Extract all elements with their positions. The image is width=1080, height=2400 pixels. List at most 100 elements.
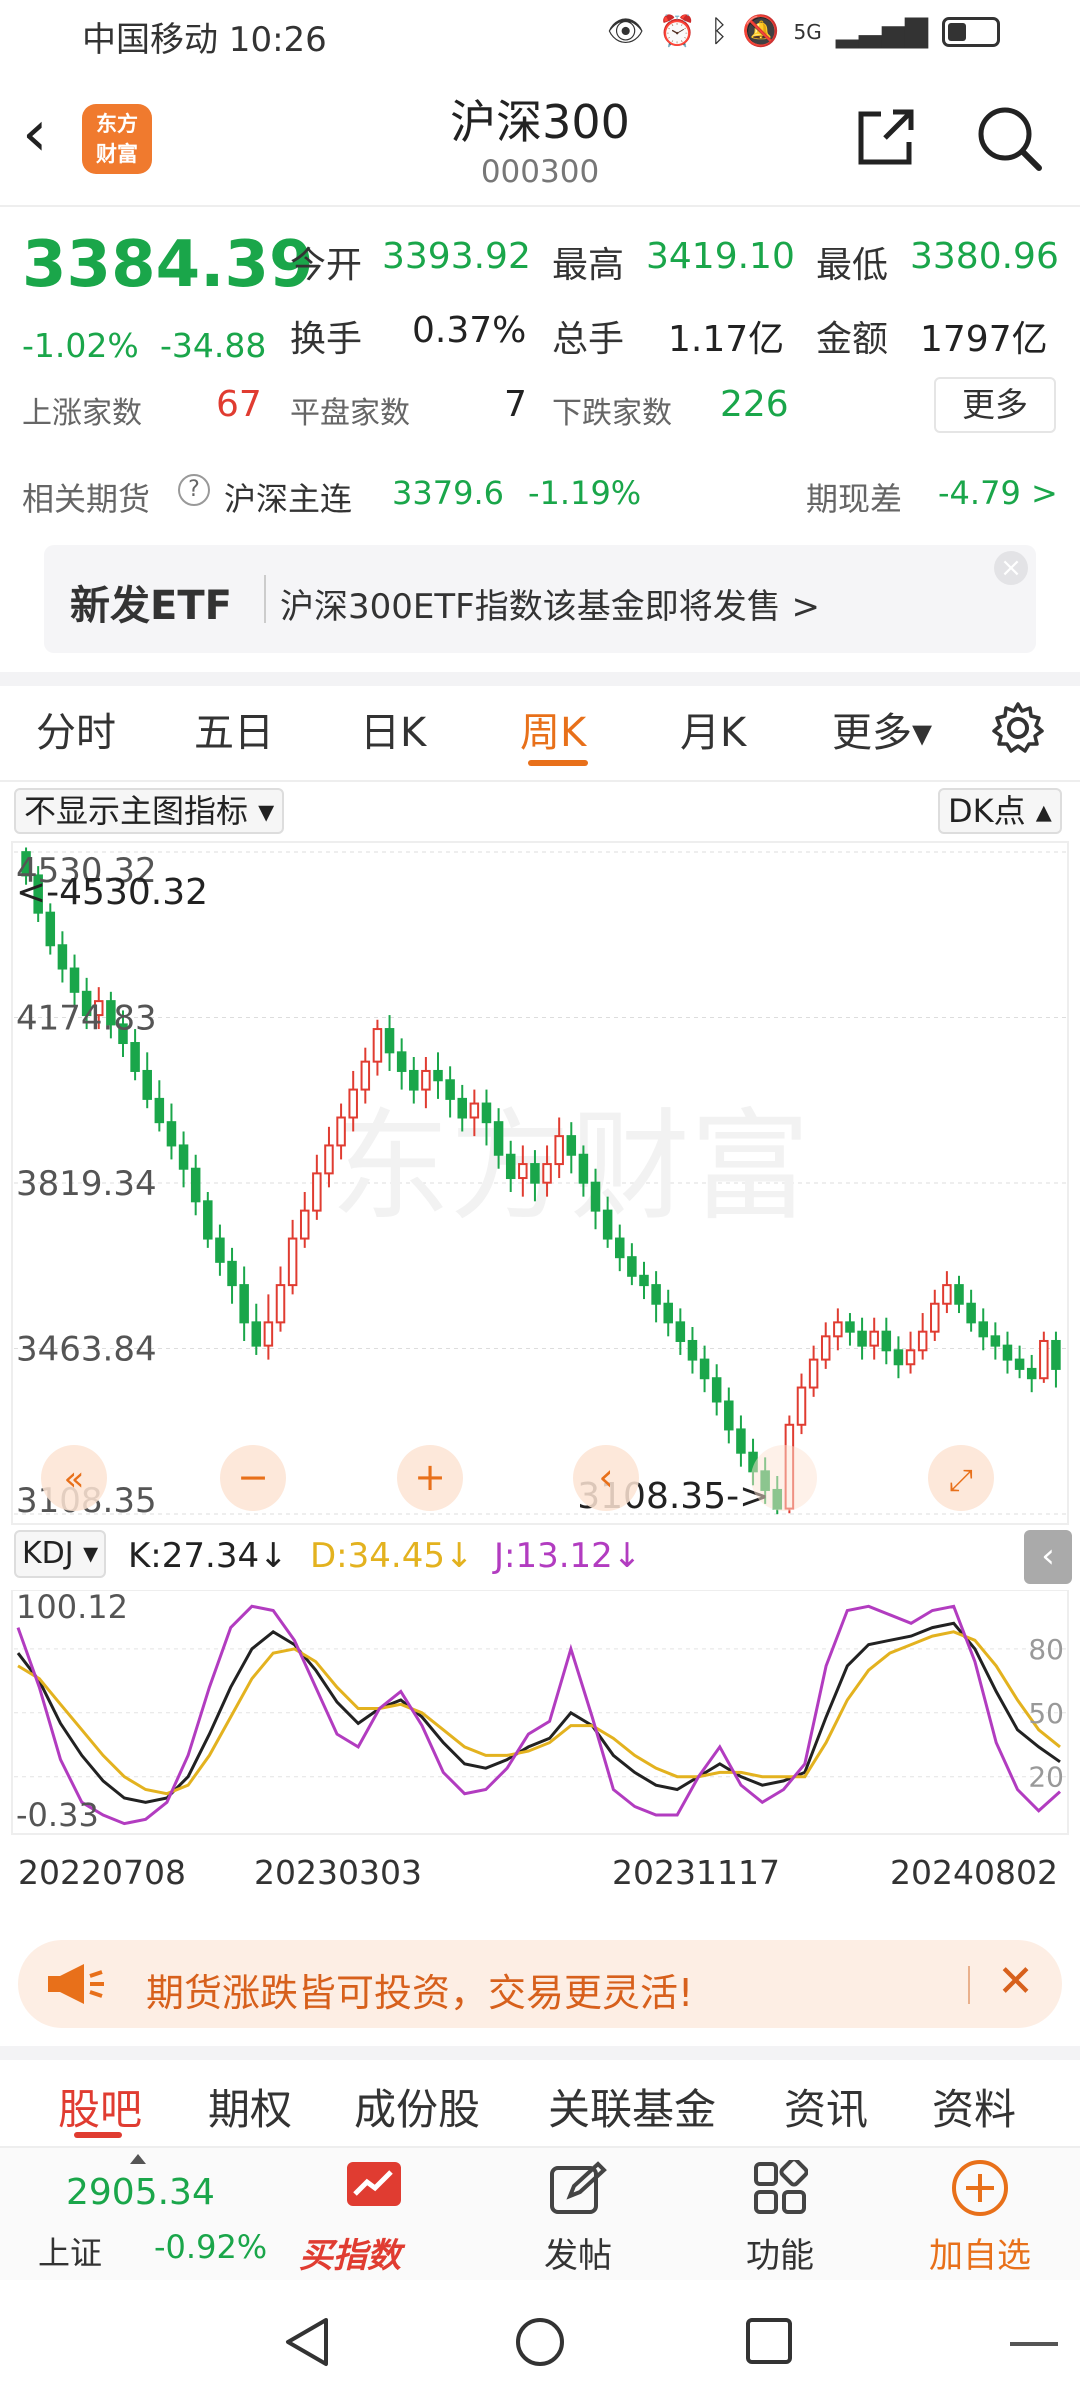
- nav-recents-icon[interactable]: [744, 2316, 794, 2366]
- post-button[interactable]: 发帖: [528, 2148, 628, 2282]
- y-tick-label-right: 50: [1028, 1697, 1064, 1730]
- kdj-select[interactable]: KDJ ▾: [14, 1530, 107, 1578]
- tab-forum[interactable]: 股吧: [58, 2076, 142, 2137]
- y-tick-label-left: 100.12: [16, 1590, 128, 1626]
- promo-text: 期货涨跌皆可投资，交易更灵活!: [146, 1971, 694, 2015]
- candle-body: [796, 1386, 807, 1426]
- low-label: 最低: [816, 245, 889, 286]
- section-gap: [0, 2046, 1080, 2060]
- high-label: 最高: [552, 245, 625, 286]
- y-tick-label: 3463.84: [16, 1330, 157, 1370]
- tab-constituents[interactable]: 成份股: [354, 2076, 480, 2137]
- signal-icon: 5G: [793, 19, 822, 44]
- share-icon[interactable]: [855, 106, 917, 168]
- banner-close-icon[interactable]: ×: [994, 551, 1028, 585]
- eye-icon: 👁: [606, 14, 645, 49]
- candlestick-chart[interactable]: 东方财富 4530.324174.833819.343463.843108.35…: [0, 838, 1080, 1528]
- candle-body: [542, 1163, 552, 1184]
- candle-body: [130, 1042, 140, 1072]
- promo-banner[interactable]: 期货涨跌皆可投资，交易更灵活! ✕: [18, 1940, 1062, 2028]
- tab-daily[interactable]: 日K: [360, 700, 426, 758]
- max-price-label: <-4530.32: [16, 872, 208, 913]
- indicator-select[interactable]: 不显示主图指标 ▾: [14, 788, 285, 834]
- tab-options[interactable]: 期权: [208, 2076, 292, 2137]
- system-nav-bar: [0, 2282, 1080, 2400]
- candle-body: [445, 1079, 455, 1100]
- candle-body: [360, 1060, 371, 1091]
- amount-label: 金额: [816, 319, 889, 360]
- date-tick: 20231117: [612, 1853, 780, 1892]
- y-tick-label: 3819.34: [16, 1164, 157, 1204]
- candle-body: [942, 1284, 952, 1305]
- kdj-k-value: K:27.34↓: [128, 1536, 288, 1576]
- dk-point-button[interactable]: DK点 ▴: [938, 788, 1062, 834]
- banner-tag: 新发ETF: [70, 583, 232, 629]
- page-title: 沪深300: [450, 95, 630, 149]
- search-icon[interactable]: [975, 104, 1043, 172]
- candle-body: [324, 1144, 334, 1175]
- more-button[interactable]: 更多: [934, 377, 1056, 433]
- candle-body: [433, 1069, 443, 1082]
- help-icon[interactable]: ?: [178, 474, 210, 506]
- nav-back-icon[interactable]: [282, 2316, 332, 2368]
- promo-close-icon[interactable]: ✕: [997, 1956, 1034, 2007]
- open-value: 3393.92: [382, 236, 531, 277]
- carrier-time: 中国移动 10:26: [82, 20, 327, 60]
- open-label: 今开: [290, 245, 363, 286]
- candle-body: [639, 1274, 649, 1287]
- tab-news[interactable]: 资讯: [784, 2076, 868, 2137]
- chevron-left-icon: ‹: [598, 1455, 613, 1499]
- candle-body: [190, 1167, 201, 1203]
- y-tick-label-right: 20: [1028, 1761, 1064, 1794]
- kdj-chart[interactable]: 80 50 20 100.12 -0.33: [0, 1590, 1080, 1840]
- functions-button[interactable]: 功能: [730, 2148, 830, 2282]
- bottom-toolbar: 2905.34 上证 -0.92% 买指数 发帖 功能 加自选: [0, 2146, 1080, 2280]
- candle-body: [239, 1284, 249, 1324]
- trend-chart-icon: [347, 2162, 401, 2206]
- up-count: 67: [216, 384, 262, 425]
- candle-body: [736, 1428, 746, 1454]
- tab-related-funds[interactable]: 关联基金: [548, 2076, 716, 2137]
- change-pct: -1.02%: [22, 326, 139, 365]
- expand-icon: ⤢: [949, 1463, 973, 1498]
- tab-intraday[interactable]: 分时: [36, 700, 116, 758]
- add-watchlist-button[interactable]: 加自选: [929, 2148, 1031, 2282]
- buy-index-label: 买指数: [299, 2236, 401, 2276]
- tab-weekly[interactable]: 周K: [520, 700, 586, 758]
- index-value: 2905.34: [66, 2172, 215, 2213]
- futures-label: 相关期货: [22, 480, 151, 518]
- candle-body: [578, 1153, 589, 1184]
- tab-more[interactable]: 更多▾: [832, 700, 932, 758]
- candle-body: [833, 1321, 843, 1338]
- back-button[interactable]: ‹: [22, 102, 48, 166]
- date-tick: 20240802: [890, 1853, 1058, 1892]
- tab-five-day[interactable]: 五日: [194, 700, 274, 758]
- turnover-value: 0.37%: [412, 310, 527, 351]
- candle-body: [481, 1102, 492, 1124]
- tab-monthly[interactable]: 月K: [680, 700, 746, 758]
- scroll-right-button[interactable]: [751, 1445, 817, 1511]
- alarm-icon: ⏰: [658, 14, 697, 49]
- candle-body: [590, 1181, 601, 1212]
- candle-body: [699, 1358, 710, 1380]
- menu-handle[interactable]: [1010, 2342, 1058, 2346]
- candle-body: [1039, 1339, 1049, 1380]
- tab-divider: [0, 780, 1080, 782]
- candle-body: [348, 1088, 358, 1119]
- header: ‹ 东方 财富 沪深300 000300: [0, 72, 1080, 207]
- tab-profile[interactable]: 资料: [932, 2076, 1016, 2137]
- etf-banner[interactable]: 新发ETF 沪深300ETF指数该基金即将发售 > ×: [44, 545, 1036, 653]
- nav-home-icon[interactable]: [514, 2316, 566, 2368]
- grid-icon: [754, 2160, 808, 2214]
- candle-body: [203, 1200, 213, 1240]
- candle-body: [845, 1321, 855, 1333]
- chart-watermark: 东方财富: [330, 1100, 810, 1234]
- candle-body: [651, 1284, 661, 1305]
- collapse-panel-button[interactable]: ‹: [1024, 1530, 1072, 1584]
- high-value: 3419.10: [646, 236, 795, 277]
- market-index-widget[interactable]: 2905.34 上证 -0.92%: [0, 2148, 290, 2282]
- buy-index-button[interactable]: 买指数: [299, 2148, 450, 2282]
- candle-body: [614, 1237, 625, 1259]
- gear-icon[interactable]: [990, 700, 1046, 756]
- futures-price: 3379.6: [392, 474, 504, 512]
